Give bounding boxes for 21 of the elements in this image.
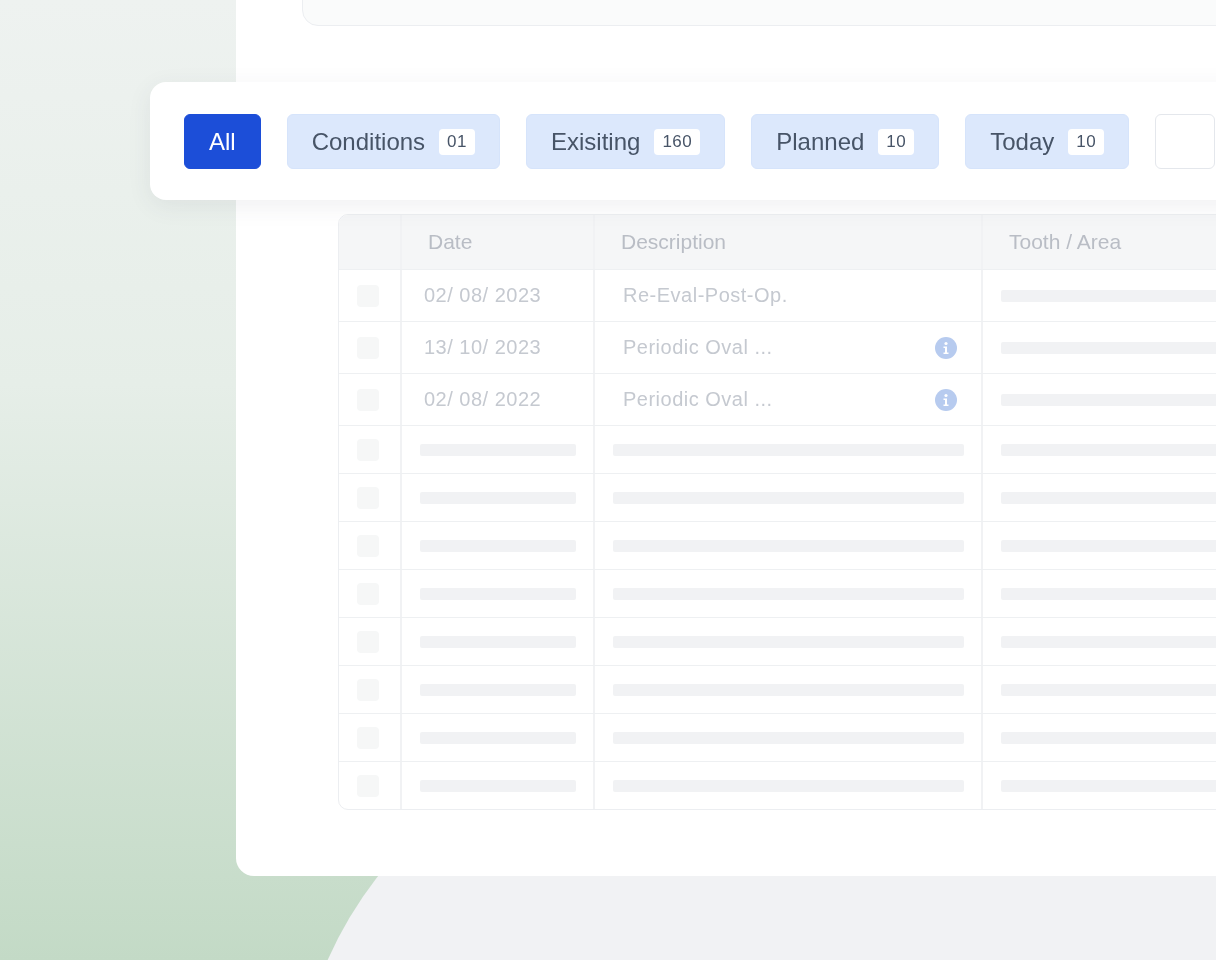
description-text: Periodic Oval ... [622, 336, 773, 359]
filter-chip[interactable]: Exisiting 160 [526, 114, 726, 169]
filter-chip[interactable]: Planned 10 [751, 114, 940, 169]
date-cell: 13/ 10/ 2023 [402, 322, 595, 373]
date-cell: 02/ 08/ 2022 [402, 374, 595, 425]
count-badge: 160 [654, 128, 701, 155]
info-icon[interactable] [935, 336, 957, 359]
column-header: Description [595, 215, 983, 269]
info-icon[interactable] [935, 388, 957, 411]
column-header: Date [402, 215, 595, 269]
filter-chip[interactable]: Today 10 [965, 114, 1130, 169]
column-header: Tooth / Area [983, 215, 1216, 269]
description-text: Re-Eval-Post-Op. [622, 284, 788, 307]
filter-chip[interactable] [1155, 114, 1216, 169]
date-cell: 02/ 08/ 2023 [402, 270, 595, 321]
count-badge: 10 [878, 128, 915, 155]
filter-chip[interactable]: Conditions 01 [286, 114, 500, 169]
count-badge: 01 [439, 128, 475, 155]
description-text: Periodic Oval ... [622, 388, 773, 411]
filter-chip[interactable]: All [184, 114, 261, 169]
count-badge: 10 [1068, 128, 1105, 155]
